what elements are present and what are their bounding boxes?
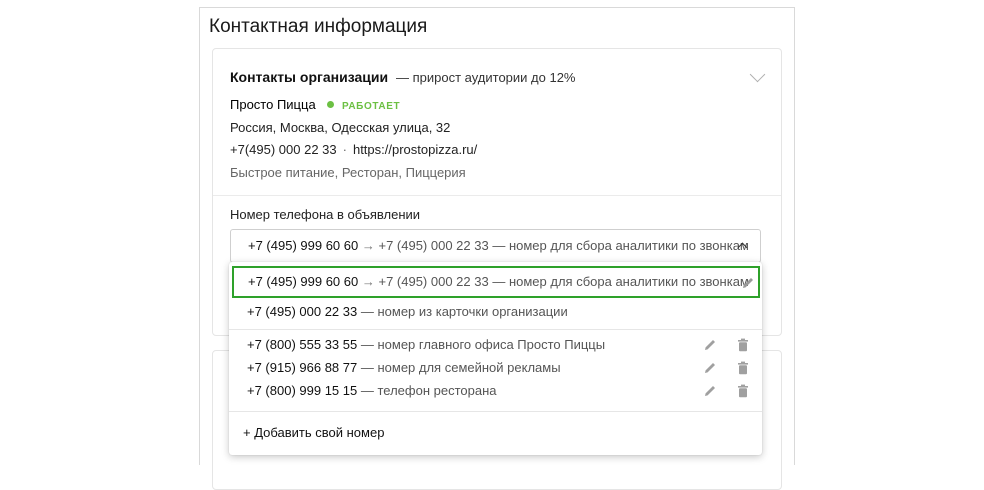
dropdown-option-custom[interactable]: +7 (915) 966 88 77 — номер для семейной … xyxy=(229,357,762,379)
arrow-right-icon: → xyxy=(361,238,375,253)
option-phone: +7 (915) 966 88 77 xyxy=(247,360,358,375)
org-name-row: Просто Пицца РАБОТАЕТ xyxy=(230,97,400,112)
dropdown-option-custom[interactable]: +7 (800) 555 33 55 — номер главного офис… xyxy=(229,334,762,356)
option-desc: — номер для сбора аналитики по звонкам xyxy=(492,274,749,289)
phone-select[interactable]: +7 (495) 999 60 60 → +7 (495) 000 22 33 … xyxy=(230,229,761,263)
option-phone: +7 (800) 555 33 55 xyxy=(247,337,358,352)
phone-select-desc: — номер для сбора аналитики по звонкам xyxy=(492,238,749,253)
org-site-link[interactable]: https://prostopizza.ru/ xyxy=(353,142,477,157)
separator-dot: · xyxy=(342,142,347,157)
status-badge: РАБОТАЕТ xyxy=(341,101,401,112)
trash-icon[interactable] xyxy=(735,360,751,376)
dropdown-divider xyxy=(229,329,762,330)
phone-select-label: Номер телефона в объявлении xyxy=(230,207,421,222)
option-desc: — номер из карточки организации xyxy=(360,304,568,319)
option-desc: — телефон ресторана xyxy=(360,383,497,398)
chevron-down-icon[interactable] xyxy=(749,66,766,83)
org-contacts-subtitle: — прирост аудитории до 12% xyxy=(395,70,576,85)
trash-icon[interactable] xyxy=(735,337,751,353)
phone-select-source: +7 (495) 999 60 60 xyxy=(248,238,359,253)
section-title: Контактная информация xyxy=(209,16,428,37)
option-desc: — номер для семейной рекламы xyxy=(360,360,561,375)
option-phone: +7 (800) 999 15 15 xyxy=(247,383,358,398)
pencil-icon[interactable] xyxy=(740,275,756,291)
org-name: Просто Пицца xyxy=(230,97,316,112)
arrow-right-icon: → xyxy=(361,274,375,289)
pencil-icon[interactable] xyxy=(702,337,718,353)
org-contacts-title: Контакты организации xyxy=(230,69,389,85)
trash-icon[interactable] xyxy=(735,383,751,399)
status-dot-icon xyxy=(327,101,335,108)
pencil-icon[interactable] xyxy=(702,360,718,376)
pencil-icon[interactable] xyxy=(702,383,718,399)
dropdown-option-custom[interactable]: +7 (800) 999 15 15 — телефон ресторана xyxy=(229,380,762,402)
phone-select-target: +7 (495) 000 22 33 xyxy=(378,238,489,253)
phone-dropdown: +7 (495) 999 60 60 → +7 (495) 000 22 33 … xyxy=(229,262,762,455)
org-address: Россия, Москва, Одесская улица, 32 xyxy=(230,120,451,135)
org-contacts-heading: Контакты организации — прирост аудитории… xyxy=(230,69,576,85)
dropdown-divider xyxy=(229,411,762,412)
org-phone: +7(495) 000 22 33 xyxy=(230,142,337,157)
option-desc: — номер главного офиса Просто Пиццы xyxy=(360,337,606,352)
dropdown-option-selected[interactable]: +7 (495) 999 60 60 → +7 (495) 000 22 33 … xyxy=(232,266,760,298)
add-number-button[interactable]: + Добавить свой номер xyxy=(243,425,384,440)
option-target: +7 (495) 000 22 33 xyxy=(378,274,489,289)
dropdown-option-card[interactable]: +7 (495) 000 22 33 — номер из карточки о… xyxy=(229,301,762,323)
org-contacts-line: +7(495) 000 22 33 · https://prostopizza.ru… xyxy=(230,142,477,157)
option-phone: +7 (495) 999 60 60 xyxy=(248,274,359,289)
option-phone: +7 (495) 000 22 33 xyxy=(247,304,358,319)
org-categories: Быстрое питание, Ресторан, Пиццерия xyxy=(230,165,466,180)
card-divider xyxy=(213,195,781,196)
